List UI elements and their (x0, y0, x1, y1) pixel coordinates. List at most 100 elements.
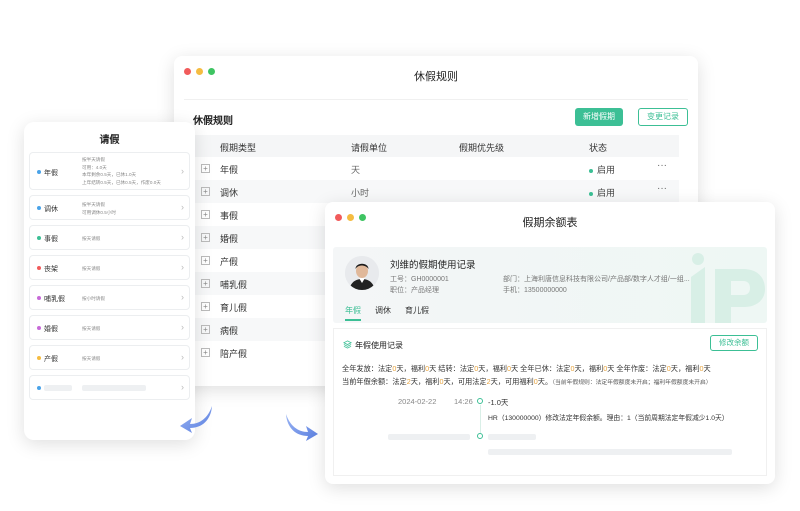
brand-watermark-icon (691, 253, 765, 323)
leave-type-name: 调休 (44, 206, 58, 213)
chevron-right-icon: › (181, 262, 184, 272)
leave-type-name: 哺乳假 (44, 296, 65, 303)
leave-unit: 天 (351, 165, 361, 175)
type-dot-icon (37, 296, 41, 300)
current-balance-line: 当前年假余额：法定2天，福利0天，可用法定2天，可用福利0天。（当前年假规则：法… (342, 377, 712, 386)
chevron-right-icon: › (181, 322, 184, 332)
column-header: 假期类型 (220, 143, 257, 153)
holiday-type: 陪产假 (220, 349, 248, 359)
chevron-right-icon: › (181, 232, 184, 242)
list-item[interactable]: 调休 按半天请假 可用调休0.5小时 › (29, 195, 190, 220)
placeholder-bar (82, 385, 146, 391)
list-item[interactable]: 年假 按半天请假 可用：4.0天 本年剩余0.5天，已休1.0天 上年结转0.5… (29, 152, 190, 190)
holiday-type: 调休 (220, 188, 239, 198)
status-badge: 启用 (589, 186, 615, 199)
flow-arrow-icon (286, 414, 318, 441)
tab-annual-leave[interactable]: 年假 (345, 305, 361, 316)
timeline-dot-icon (477, 398, 483, 404)
timeline-dot-icon (477, 433, 483, 439)
active-tab-indicator (345, 319, 361, 321)
placeholder-bar (44, 385, 72, 391)
change-log-button[interactable]: 变更记录 (638, 108, 688, 126)
leave-type-name: 丧架 (44, 266, 58, 273)
expand-icon[interactable]: + (201, 233, 210, 242)
employee-card: 刘维的假期使用记录 工号：GH0000001 职位：产品经理 部门：上海利唐信息… (333, 247, 767, 323)
type-dot-icon (37, 206, 41, 210)
placeholder-bar (488, 449, 732, 455)
window-title: 请假 (99, 135, 120, 146)
status-badge: 启用 (589, 163, 615, 176)
employee-phone: 手机：13500000000 (503, 287, 567, 294)
column-header: 请假单位 (351, 143, 388, 153)
leave-balance-window: 假期余额表 刘维的假期使用记录 工号：GH0000001 职位：产品经理 部门：… (325, 202, 775, 484)
leave-type-desc: 按天请假 (82, 356, 101, 361)
timeline-line (480, 405, 481, 433)
section-title: 休假规则 (193, 116, 233, 127)
leave-type-desc: 按小时请假 (82, 296, 105, 301)
type-dot-icon (37, 170, 41, 174)
list-item[interactable]: 丧架 按天请假 › (29, 255, 190, 280)
leave-unit: 小时 (351, 188, 370, 198)
leave-type-name: 年假 (44, 170, 58, 177)
window-title: 休假规则 (414, 71, 458, 83)
more-icon[interactable]: ··· (657, 183, 667, 194)
expand-icon[interactable]: + (201, 279, 210, 288)
placeholder-bar (488, 434, 536, 440)
edit-balance-button[interactable]: 修改余额 (710, 335, 758, 351)
leave-type-desc: 按天请假 (82, 266, 101, 271)
window-title: 假期余额表 (522, 217, 578, 229)
chevron-right-icon: › (181, 352, 184, 362)
list-item[interactable]: 婚假 按天请假 › (29, 315, 190, 340)
holiday-type: 事假 (220, 211, 239, 221)
leave-type-desc: 按天请假 (82, 326, 101, 331)
leave-type-desc: 按半天请假 可用：4.0天 本年剩余0.5天，已休1.0天 上年结转0.5天，已… (82, 157, 161, 185)
employee-number: 工号：GH0000001 (390, 276, 449, 283)
record-description: HR（130000000）修改法定年假余额。理由：1（当前周期法定年假减少1.0… (488, 415, 729, 422)
holiday-type: 哺乳假 (220, 280, 248, 290)
holiday-type: 育儿假 (220, 303, 248, 313)
list-item[interactable]: 哺乳假 按小时请假 › (29, 285, 190, 310)
status-dot-icon (589, 191, 593, 196)
list-item[interactable]: › (29, 375, 190, 400)
type-dot-icon (37, 356, 41, 360)
table-row[interactable]: + 调休 小时 启用 ··· (193, 180, 679, 203)
type-dot-icon (37, 386, 41, 390)
record-change: -1.0天 (488, 398, 509, 407)
list-item[interactable]: 产假 按天请假 › (29, 345, 190, 370)
expand-icon[interactable]: + (201, 302, 210, 311)
leave-type-desc: 按半天请假 可用调休0.5小时 (82, 202, 116, 215)
expand-icon[interactable]: + (201, 256, 210, 265)
leave-type-name: 产假 (44, 356, 58, 363)
expand-icon[interactable]: + (201, 164, 210, 173)
add-holiday-button[interactable]: 新增假期 (575, 108, 623, 126)
chevron-right-icon: › (181, 382, 184, 392)
record-time: 14:26 (454, 397, 473, 406)
record-date: 2024-02-22 (398, 397, 437, 406)
type-dot-icon (37, 326, 41, 330)
avatar (345, 256, 379, 290)
more-icon[interactable]: ··· (657, 160, 667, 171)
expand-icon[interactable]: + (201, 348, 210, 357)
list-item[interactable]: 事假 按天请假 › (29, 225, 190, 250)
tab-comp-leave[interactable]: 调休 (375, 305, 391, 316)
holiday-type: 产假 (220, 257, 239, 267)
annual-summary-line: 全年发放：法定0天，福利0天 结转：法定0天，福利0天 全年已休：法定0天，福利… (342, 364, 711, 373)
annual-leave-records: 年假使用记录 修改余额 全年发放：法定0天，福利0天 结转：法定0天，福利0天 … (333, 328, 767, 476)
type-dot-icon (37, 236, 41, 240)
expand-icon[interactable]: + (201, 325, 210, 334)
column-header: 状态 (589, 143, 608, 153)
table-header: 假期类型 请假单位 假期优先级 状态 (193, 135, 679, 157)
table-row[interactable]: + 年假 天 启用 ··· (193, 157, 679, 180)
holiday-type: 病假 (220, 326, 239, 336)
holiday-type: 年假 (220, 165, 239, 175)
flow-arrow-icon (180, 406, 212, 433)
chevron-right-icon: › (181, 292, 184, 302)
leave-type-desc: 按天请假 (82, 236, 101, 241)
expand-icon[interactable]: + (201, 210, 210, 219)
section-title: 年假使用记录 (342, 340, 403, 351)
chevron-right-icon: › (181, 166, 184, 176)
leave-request-window: 请假 年假 按半天请假 可用：4.0天 本年剩余0.5天，已休1.0天 上年结转… (24, 122, 195, 440)
chevron-right-icon: › (181, 202, 184, 212)
tab-childcare-leave[interactable]: 育儿假 (405, 305, 429, 316)
expand-icon[interactable]: + (201, 187, 210, 196)
